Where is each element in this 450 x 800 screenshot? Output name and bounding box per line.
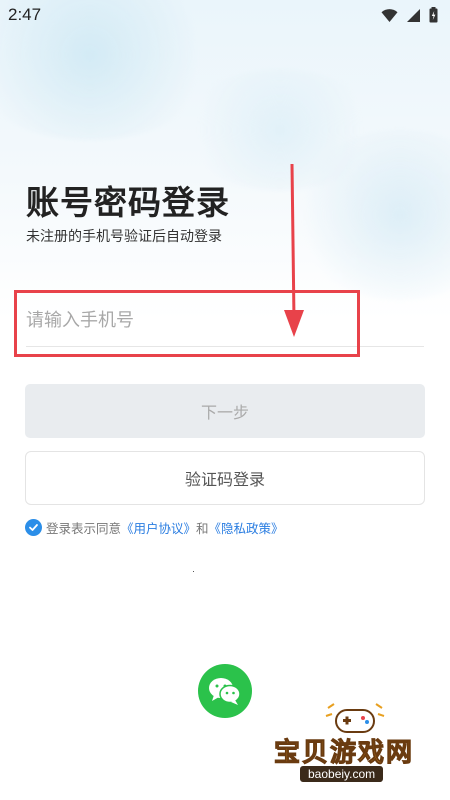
watermark: 宝贝游戏网 baobeiy.com — [270, 702, 445, 794]
agreement-text: 登录表示同意 — [46, 521, 122, 536]
page-subtitle: 未注册的手机号验证后自动登录 — [26, 229, 222, 245]
login-screen: 2:47 账号密码登录 未注册的手机号验证后自动登录 下一步 验证码登录 — [0, 0, 450, 800]
user-agreement-link[interactable]: 《用户协议》 — [121, 518, 196, 537]
code-login-button[interactable]: 验证码登录 — [25, 451, 425, 505]
wifi-icon — [381, 8, 398, 27]
agreement-checkbox[interactable] — [25, 519, 42, 536]
signal-icon — [406, 8, 421, 27]
status-icons — [381, 7, 438, 27]
agreement-row: 登录表示同意 《用户协议》 和 《隐私政策》 — [25, 518, 284, 537]
privacy-policy-link[interactable]: 《隐私政策》 — [209, 518, 284, 537]
agreement-conjunction: 和 — [196, 521, 209, 536]
check-icon — [29, 524, 38, 531]
wechat-login-button[interactable] — [198, 664, 252, 718]
divider-dot — [193, 571, 194, 572]
watermark-title: 宝贝游戏网 — [273, 738, 415, 769]
arrow-annotation — [284, 163, 304, 337]
watermark-url: baobeiy.com — [300, 766, 384, 782]
status-time: 2:47 — [8, 5, 42, 24]
next-button[interactable]: 下一步 — [25, 384, 425, 438]
wechat-icon — [209, 678, 241, 705]
page-title: 账号密码登录 — [26, 183, 230, 222]
battery-icon — [429, 7, 438, 27]
status-bar: 2:47 — [0, 0, 450, 32]
